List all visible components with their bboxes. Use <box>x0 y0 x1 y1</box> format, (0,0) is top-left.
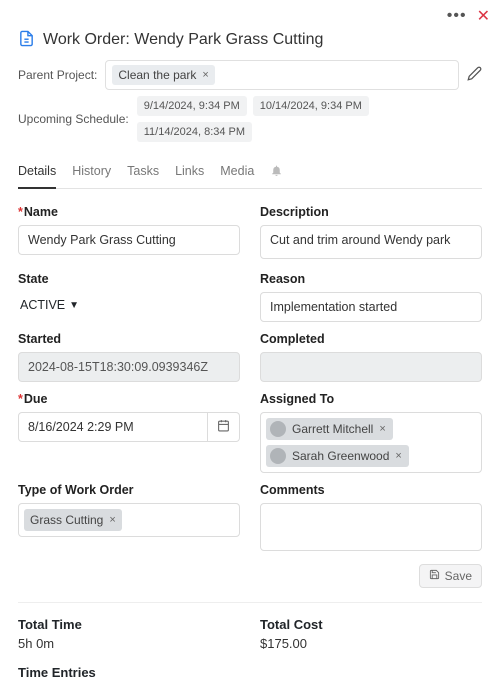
type-label: Type of Work Order <box>18 483 240 497</box>
comments-label: Comments <box>260 483 482 497</box>
started-input <box>18 352 240 382</box>
total-cost-value: $175.00 <box>260 636 482 651</box>
state-label: State <box>18 272 240 286</box>
total-time-value: 5h 0m <box>18 636 240 651</box>
type-chip[interactable]: Grass Cutting × <box>24 509 122 531</box>
schedule-item[interactable]: 10/14/2024, 9:34 PM <box>253 96 369 116</box>
page-title: Work Order: Wendy Park Grass Cutting <box>43 31 323 49</box>
tab-media[interactable]: Media <box>220 156 254 188</box>
save-icon <box>429 569 440 583</box>
total-time-label: Total Time <box>18 617 240 632</box>
chip-label: Clean the park <box>118 68 196 82</box>
avatar-icon <box>270 448 286 464</box>
edit-parent-icon[interactable] <box>467 66 482 84</box>
chip-label: Grass Cutting <box>30 513 103 527</box>
tabs: Details History Tasks Links Media <box>18 156 482 189</box>
schedule-item[interactable]: 11/14/2024, 8:34 PM <box>137 122 252 142</box>
parent-project-input[interactable]: Clean the park × <box>105 60 459 90</box>
document-icon <box>18 30 35 50</box>
description-label: Description <box>260 205 482 219</box>
started-label: Started <box>18 332 240 346</box>
description-input[interactable] <box>260 225 482 259</box>
user-chip-label: Garrett Mitchell <box>292 422 373 436</box>
save-button-label: Save <box>445 569 472 583</box>
notifications-icon[interactable] <box>270 156 283 188</box>
chip-remove-icon[interactable]: × <box>395 450 401 462</box>
parent-project-label: Parent Project: <box>18 68 97 82</box>
reason-label: Reason <box>260 272 482 286</box>
schedule-chips: 9/14/2024, 9:34 PM 10/14/2024, 9:34 PM 1… <box>137 96 482 142</box>
close-icon[interactable]: ✕ <box>477 6 490 26</box>
user-chip-label: Sarah Greenwood <box>292 449 389 463</box>
comments-input[interactable] <box>260 503 482 551</box>
time-entries-heading: Time Entries <box>18 665 482 680</box>
avatar-icon <box>270 421 286 437</box>
page-header: Work Order: Wendy Park Grass Cutting <box>18 30 482 50</box>
name-input[interactable] <box>18 225 240 255</box>
state-select[interactable]: ACTIVE ▼ <box>18 292 81 318</box>
schedule-label: Upcoming Schedule: <box>18 112 129 126</box>
assigned-to-label: Assigned To <box>260 392 482 406</box>
tab-links[interactable]: Links <box>175 156 204 188</box>
user-chip[interactable]: Sarah Greenwood × <box>266 445 409 467</box>
tab-history[interactable]: History <box>72 156 111 188</box>
more-menu-icon[interactable]: ••• <box>447 7 467 25</box>
caret-down-icon: ▼ <box>69 300 79 311</box>
completed-label: Completed <box>260 332 482 346</box>
due-input[interactable] <box>18 412 208 442</box>
reason-input[interactable] <box>260 292 482 322</box>
name-label: Name <box>18 205 240 219</box>
chip-remove-icon[interactable]: × <box>202 69 208 81</box>
tab-tasks[interactable]: Tasks <box>127 156 159 188</box>
parent-project-chip[interactable]: Clean the park × <box>112 65 214 85</box>
chip-remove-icon[interactable]: × <box>379 423 385 435</box>
tab-details[interactable]: Details <box>18 156 56 189</box>
schedule-item[interactable]: 9/14/2024, 9:34 PM <box>137 96 247 116</box>
completed-input <box>260 352 482 382</box>
divider <box>18 602 482 603</box>
calendar-button[interactable] <box>208 412 240 442</box>
save-button[interactable]: Save <box>419 564 482 588</box>
type-input[interactable]: Grass Cutting × <box>18 503 240 537</box>
calendar-icon <box>217 419 230 435</box>
due-label: Due <box>18 392 240 406</box>
assigned-to-input[interactable]: Garrett Mitchell × Sarah Greenwood × <box>260 412 482 473</box>
total-cost-label: Total Cost <box>260 617 482 632</box>
user-chip[interactable]: Garrett Mitchell × <box>266 418 393 440</box>
chip-remove-icon[interactable]: × <box>109 514 115 526</box>
state-value: ACTIVE <box>20 298 65 312</box>
